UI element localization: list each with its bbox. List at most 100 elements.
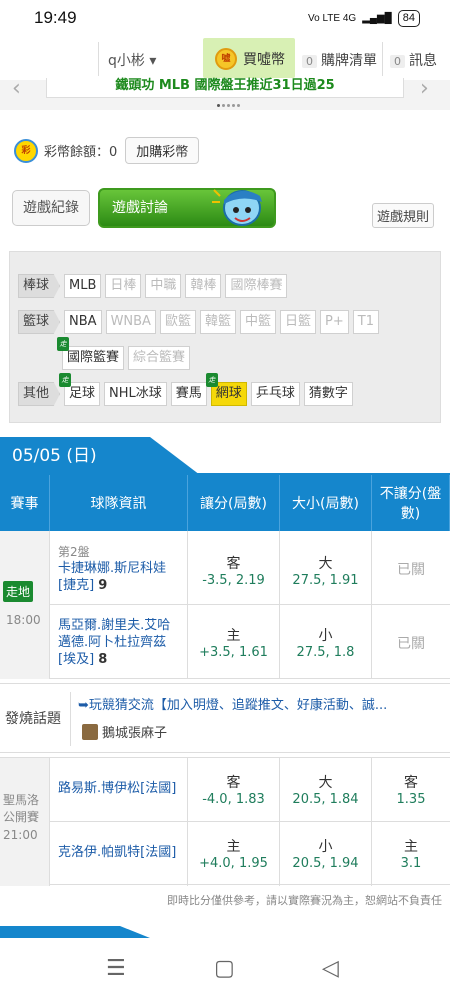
chip-soccer-label: 足球 [69,386,96,401]
chip-cpbl[interactable]: 中職 [145,274,182,298]
next-date-header [0,926,150,938]
table-header: 賽事 球隊資訊 讓分(局數) 大小(局數) 不讓分(盤數) [0,475,450,531]
chip-nhl[interactable]: NHL冰球 [104,382,167,406]
match-time: 18:00 [6,613,41,627]
side-label: 小 [318,628,333,644]
team-name[interactable]: 卡捷琳娜.斯尼科娃[捷克] 9 [58,560,179,594]
odds-value: +4.0, 1.95 [199,856,268,871]
total-odds[interactable]: 小 27.5, 1.8 [280,605,372,679]
team-name[interactable]: 克洛伊.帕凱特[法國] [58,844,179,861]
total-odds[interactable]: 小 20.5, 1.94 [280,822,372,886]
category-row-other: 其他 走足球 NHL冰球 賽馬 走網球 乒乓球 猜數字 [18,373,353,406]
date-header: 05/05 (日) [0,437,200,475]
network-indicator: Vo LTE 4G [308,13,357,24]
menu-icon[interactable]: ☰ [106,956,126,981]
odds-value: +3.5, 1.61 [199,645,268,660]
chip-tennis[interactable]: 走網球 [205,373,247,406]
team-cell: 第2盤 卡捷琳娜.斯尼科娃[捷克] 9 [50,531,188,605]
live-badge: 走 [205,373,218,387]
event-name: 聖馬洛公開賽 [3,793,40,824]
spread-odds[interactable]: 客 -3.5, 2.19 [188,531,280,605]
divider [70,692,71,746]
tab-game-log[interactable]: 遊戲紀錄 [12,190,90,226]
side-label: 主 [226,628,241,644]
clock: 19:49 [34,8,77,27]
hot-topic[interactable]: 發燒話題 ➥玩競猜交流【加入明燈、追蹤推文、好康活動、誠... 鵝城張麻子 [0,683,450,753]
cart-link[interactable]: 0 購牌清單 [302,50,377,70]
spread-odds[interactable]: 主 +4.0, 1.95 [188,822,280,886]
side-label: 客 [226,556,241,572]
closed-label: 已關 [397,636,425,652]
odds-value: 1.35 [396,792,426,807]
match-time: 21:00 [3,828,38,842]
messages-count: 0 [390,55,405,68]
messages-link[interactable]: 0 訊息 [390,50,437,70]
chip-china-basketball[interactable]: 中籃 [239,310,276,334]
spread-odds[interactable]: 主 +3.5, 1.61 [188,605,280,679]
back-icon[interactable]: ◁ [322,956,339,981]
banner-text[interactable]: 鐵頭功 MLB 國際盤王推近31日過25 [46,78,404,98]
side-label: 大 [318,556,333,572]
side-label: 小 [318,839,333,855]
chip-horse-racing[interactable]: 賽馬 [170,382,207,406]
spread-odds[interactable]: 客 -4.0, 1.83 [188,758,280,822]
col-spread: 讓分(局數) [188,475,280,531]
odds-value: 27.5, 1.8 [296,645,355,660]
chip-p-league[interactable]: P+ [320,310,349,334]
chip-japan-baseball[interactable]: 日棒 [105,274,142,298]
hot-topic-label: 發燒話題 [5,711,61,727]
messages-label: 訊息 [409,53,437,69]
buy-lottery-coin-button[interactable]: 加購彩幣 [125,137,200,164]
chip-euro-basketball[interactable]: 歐籃 [159,310,196,334]
event-cell: 走地 18:00 [0,531,50,679]
balance-row: 彩 彩幣餘額：0 加購彩幣 [14,137,200,164]
moneyline-odds[interactable]: 主 3.1 [372,822,450,886]
hot-topic-link[interactable]: ➥玩競猜交流【加入明燈、追蹤推文、好康活動、誠... [78,694,387,713]
buy-coin-button[interactable]: 噓 買噓幣 [203,38,295,78]
chip-korea-baseball[interactable]: 韓棒 [185,274,222,298]
status-bar: 19:49 Vo LTE 4G ▂▄▆█ 84 [0,0,450,38]
team-name[interactable]: 馬亞爾.謝里夫.艾哈邁德.阿卜杜拉齊茲[埃及] 8 [58,617,179,668]
odds-value: -3.5, 2.19 [202,573,265,588]
chevron-left-icon[interactable]: ‹ [12,76,21,101]
chip-nba[interactable]: NBA [64,310,102,334]
side-label: 大 [318,775,333,791]
chip-japan-basketball[interactable]: 日籃 [280,310,317,334]
chip-t1-league[interactable]: T1 [352,310,379,334]
total-odds[interactable]: 大 27.5, 1.91 [280,531,372,605]
team-name-text: 卡捷琳娜.斯尼科娃[捷克] [58,561,167,593]
odds-value: -4.0, 1.83 [202,792,265,807]
chip-intl-baseball[interactable]: 國際棒賽 [225,274,288,298]
event-cell: 聖馬洛公開賽 21:00 [0,758,50,886]
chip-guess-number[interactable]: 猜數字 [303,382,353,406]
team-score: 8 [98,652,108,667]
avatar [82,723,98,740]
moneyline-odds[interactable]: 客 1.35 [372,758,450,822]
chip-wnba[interactable]: WNBA [105,310,156,334]
chip-intl-basketball[interactable]: 走國際籃賽 [57,337,125,370]
team-score: 9 [98,578,108,593]
live-badge: 走地 [3,581,34,602]
chip-mixed-basketball[interactable]: 綜合籃賽 [128,346,191,370]
chip-soccer[interactable]: 走足球 [59,373,101,406]
home-icon[interactable]: ▢ [214,956,235,981]
chip-korea-basketball[interactable]: 韓籃 [199,310,236,334]
user-menu[interactable]: q小彬 ▾ [108,50,156,70]
team-cell: 克洛伊.帕凱特[法國] [50,822,188,886]
battery-icon: 84 [397,10,420,27]
system-nav-bar: ☰ ▢ ◁ [0,938,450,1000]
chip-intl-basketball-label: 國際籃賽 [67,350,120,365]
chip-mlb[interactable]: MLB [64,274,102,298]
live-badge: 走 [59,373,72,387]
team-name[interactable]: 路易斯.博伊松[法國] [58,780,179,797]
mascot-icon [212,189,262,226]
total-odds[interactable]: 大 20.5, 1.84 [280,758,372,822]
topic-author[interactable]: 鵝城張麻子 [82,722,167,741]
team-cell: 馬亞爾.謝里夫.艾哈邁德.阿卜杜拉齊茲[埃及] 8 [50,605,188,679]
chip-table-tennis[interactable]: 乒乓球 [250,382,300,406]
tab-game-rules[interactable]: 遊戲規則 [372,203,435,228]
category-head-other: 其他 [18,382,61,406]
cart-count: 0 [302,55,317,68]
buy-coin-label: 買噓幣 [243,52,285,68]
chevron-right-icon[interactable]: › [420,76,429,101]
